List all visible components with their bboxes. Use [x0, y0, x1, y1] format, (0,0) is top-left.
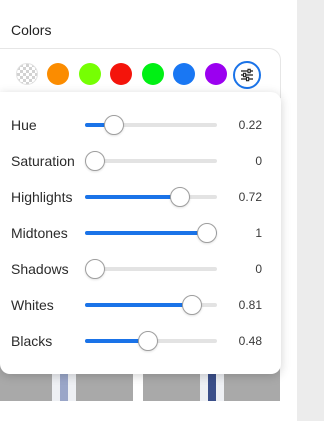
color-adjust-button[interactable]	[233, 61, 261, 89]
highlights-label: Highlights	[11, 189, 73, 205]
midtones-value: 1	[255, 226, 262, 240]
hue-label: Hue	[11, 117, 37, 133]
shadows-slider-thumb[interactable]	[85, 259, 105, 279]
midtones-label: Midtones	[11, 225, 68, 241]
swatch-transparent[interactable]	[16, 63, 38, 85]
whites-label: Whites	[11, 297, 54, 313]
swatch-red[interactable]	[110, 63, 132, 85]
adjust-row-hue: Hue 0.22	[0, 113, 281, 137]
swatch-purple[interactable]	[205, 63, 227, 85]
color-adjustments-popup: Hue 0.22 Saturation 0 Highlights 0.72 Midtones…	[0, 92, 281, 374]
highlights-slider-fill	[85, 195, 181, 199]
hue-slider-thumb[interactable]	[104, 115, 125, 135]
saturation-value: 0	[255, 154, 262, 168]
hue-slider[interactable]	[85, 115, 217, 135]
whites-value: 0.81	[238, 298, 262, 312]
midtones-slider-thumb[interactable]	[197, 223, 217, 243]
sliders-icon	[241, 68, 253, 82]
highlights-slider[interactable]	[85, 187, 217, 207]
right-scroll-gutter	[297, 0, 324, 421]
shadows-slider[interactable]	[85, 259, 217, 279]
adjust-row-whites: Whites 0.81	[0, 293, 281, 317]
highlights-value: 0.72	[238, 190, 262, 204]
swatch-lime[interactable]	[79, 63, 101, 85]
whites-slider[interactable]	[85, 295, 217, 315]
highlights-slider-thumb[interactable]	[170, 187, 191, 207]
whites-slider-fill	[85, 303, 192, 307]
swatch-orange[interactable]	[47, 63, 69, 85]
whites-slider-thumb[interactable]	[181, 295, 202, 315]
swatch-blue[interactable]	[173, 63, 195, 85]
adjust-row-saturation: Saturation 0	[0, 149, 281, 173]
swatch-green[interactable]	[142, 63, 164, 85]
adjust-row-shadows: Shadows 0	[0, 257, 281, 281]
hue-value: 0.22	[238, 118, 262, 132]
colors-section-title: Colors	[11, 22, 52, 38]
saturation-slider-thumb[interactable]	[85, 151, 105, 171]
blacks-label: Blacks	[11, 333, 53, 349]
blacks-value: 0.48	[238, 334, 262, 348]
midtones-slider[interactable]	[85, 223, 217, 243]
shadows-label: Shadows	[11, 261, 69, 277]
shadows-value: 0	[255, 262, 262, 276]
color-swatch-bar	[0, 48, 281, 98]
adjust-row-blacks: Blacks 0.48	[0, 329, 281, 353]
saturation-slider[interactable]	[85, 151, 217, 171]
adjust-row-midtones: Midtones 1	[0, 221, 281, 245]
blacks-slider-thumb[interactable]	[138, 331, 159, 351]
adjust-row-highlights: Highlights 0.72	[0, 185, 281, 209]
blacks-slider[interactable]	[85, 331, 217, 351]
saturation-label: Saturation	[11, 153, 75, 169]
